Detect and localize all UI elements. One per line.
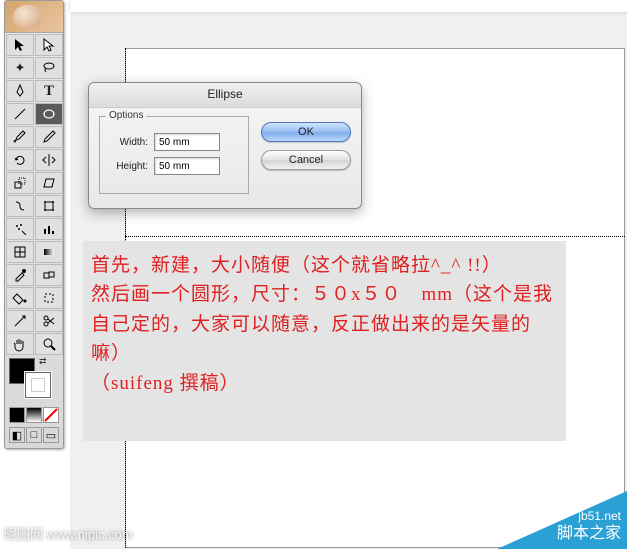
- instruction-text-overlay: 首先，新建，大小随便（这个就省略拉^_^ !!） 然后画一个圆形，尺寸：５０x５…: [83, 241, 566, 441]
- color-swatches[interactable]: ⇄: [5, 356, 63, 406]
- symbol-sprayer-tool[interactable]: [6, 218, 34, 240]
- dialog-title: Ellipse: [89, 83, 361, 108]
- cancel-button[interactable]: Cancel: [261, 150, 351, 170]
- warp-tool[interactable]: [6, 195, 34, 217]
- pencil-tool[interactable]: [35, 126, 63, 148]
- options-fieldset: Options Width: Height:: [99, 116, 249, 194]
- rotate-tool[interactable]: [6, 149, 34, 171]
- column-graph-tool[interactable]: [35, 218, 63, 240]
- live-paint-selection-tool[interactable]: [35, 287, 63, 309]
- width-label: Width:: [108, 137, 148, 148]
- mesh-tool[interactable]: [6, 241, 34, 263]
- instruction-line-2: 然后画一个圆形，尺寸：５０x５０ mm（这个是我自己定的，大家可以随意，反正做出…: [91, 280, 558, 368]
- stroke-swatch[interactable]: [25, 372, 51, 398]
- gradient-tool[interactable]: [35, 241, 63, 263]
- scissors-tool[interactable]: [35, 310, 63, 332]
- lasso-tool[interactable]: [35, 57, 63, 79]
- blend-tool[interactable]: [35, 264, 63, 286]
- watermark-site-cn: 脚本之家: [557, 524, 621, 545]
- ellipse-dialog: Ellipse Options Width: Height: OK Cancel: [88, 82, 362, 209]
- ok-button[interactable]: OK: [261, 122, 351, 142]
- eyedropper-tool[interactable]: [6, 264, 34, 286]
- direct-selection-tool[interactable]: [35, 34, 63, 56]
- free-transform-tool[interactable]: [35, 195, 63, 217]
- pen-tool[interactable]: [6, 80, 34, 102]
- height-input[interactable]: [154, 157, 220, 175]
- screen-mode-normal-icon[interactable]: ◧: [9, 427, 25, 443]
- instruction-line-3: （suifeng 撰稿）: [91, 369, 558, 398]
- screen-mode-full-menu-icon[interactable]: □: [26, 427, 42, 443]
- toolbox-header-image: [5, 1, 63, 33]
- paintbrush-tool[interactable]: [6, 126, 34, 148]
- height-label: Height:: [108, 161, 148, 172]
- watermark-bottom-left: 昵图网 www.nipic.com: [4, 524, 133, 543]
- ellipse-tool[interactable]: [35, 103, 63, 125]
- magic-wand-tool[interactable]: ✦: [6, 57, 34, 79]
- scale-tool[interactable]: [6, 172, 34, 194]
- swap-fill-stroke-icon[interactable]: ⇄: [39, 356, 47, 367]
- color-mode-icon[interactable]: [9, 407, 25, 423]
- instruction-line-1: 首先，新建，大小随便（这个就省略拉^_^ !!）: [91, 251, 558, 280]
- gradient-mode-icon[interactable]: [26, 407, 42, 423]
- options-legend: Options: [106, 110, 146, 121]
- shear-tool[interactable]: [35, 172, 63, 194]
- live-paint-bucket-tool[interactable]: [6, 287, 34, 309]
- slice-tool[interactable]: [6, 310, 34, 332]
- type-tool[interactable]: T: [35, 80, 63, 102]
- width-input[interactable]: [154, 133, 220, 151]
- line-segment-tool[interactable]: [6, 103, 34, 125]
- watermark-bottom-right: jb51.net 脚本之家: [437, 469, 627, 549]
- reflect-tool[interactable]: [35, 149, 63, 171]
- screen-mode-full-icon[interactable]: ▭: [43, 427, 59, 443]
- selection-tool[interactable]: [6, 34, 34, 56]
- watermark-site: jb51.net: [557, 509, 621, 525]
- zoom-tool[interactable]: [35, 333, 63, 355]
- hand-tool[interactable]: [6, 333, 34, 355]
- none-mode-icon[interactable]: [43, 407, 59, 423]
- guide-horizontal: [125, 236, 625, 237]
- toolbox-panel: ✦ T ⇄ ◧ □ ▭: [4, 0, 64, 449]
